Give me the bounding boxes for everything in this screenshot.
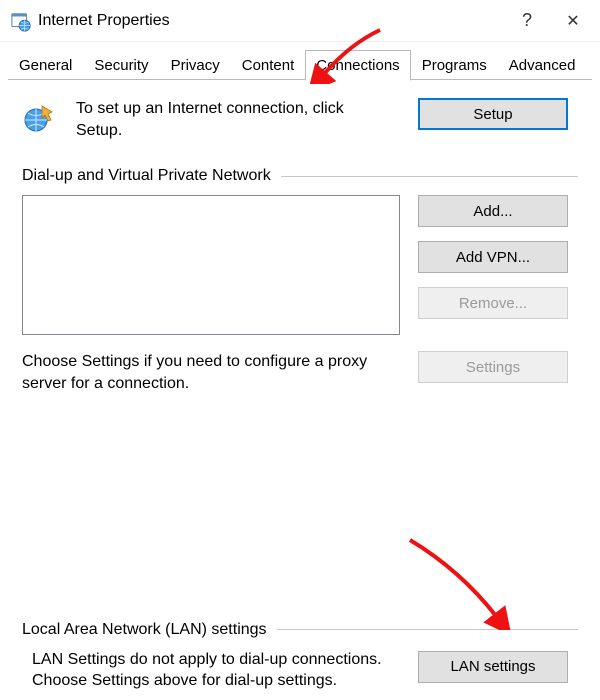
separator	[281, 176, 578, 177]
tab-security[interactable]: Security	[83, 50, 159, 80]
add-vpn-button[interactable]: Add VPN...	[418, 241, 568, 273]
lan-settings-button[interactable]: LAN settings	[418, 651, 568, 683]
close-button[interactable]: ✕	[550, 3, 596, 39]
tab-connections[interactable]: Connections	[305, 50, 410, 81]
help-button[interactable]: ?	[504, 3, 550, 39]
annotation-arrow-lan	[400, 530, 520, 630]
dialup-row: Add... Add VPN... Remove...	[22, 195, 578, 335]
tab-strip: General Security Privacy Content Connect…	[0, 42, 600, 80]
separator	[277, 629, 578, 630]
tab-programs[interactable]: Programs	[411, 50, 498, 80]
dialup-section-label: Dial-up and Virtual Private Network	[22, 167, 271, 185]
lan-text: LAN Settings do not apply to dial-up con…	[22, 649, 400, 692]
tab-content[interactable]: Content	[231, 50, 306, 80]
titlebar: Internet Properties ? ✕	[0, 0, 600, 42]
dialup-section-header: Dial-up and Virtual Private Network	[22, 167, 578, 185]
proxy-row: Choose Settings if you need to configure…	[22, 351, 578, 394]
tab-advanced[interactable]: Advanced	[498, 50, 587, 80]
remove-button: Remove...	[418, 287, 568, 319]
window-title: Internet Properties	[38, 12, 170, 30]
setup-row: To set up an Internet connection, click …	[22, 98, 578, 141]
proxy-text: Choose Settings if you need to configure…	[22, 351, 400, 394]
internet-options-icon	[10, 11, 30, 31]
setup-text: To set up an Internet connection, click …	[76, 98, 404, 141]
settings-button: Settings	[418, 351, 568, 383]
dialup-connections-list[interactable]	[22, 195, 400, 335]
lan-section-header: Local Area Network (LAN) settings	[22, 621, 578, 639]
setup-button[interactable]: Setup	[418, 98, 568, 130]
lan-section-label: Local Area Network (LAN) settings	[22, 621, 267, 639]
tab-privacy[interactable]: Privacy	[160, 50, 231, 80]
add-button[interactable]: Add...	[418, 195, 568, 227]
internet-properties-window: Internet Properties ? ✕ General Security…	[0, 0, 600, 700]
tab-general[interactable]: General	[8, 50, 83, 80]
lan-section: Local Area Network (LAN) settings LAN Se…	[22, 621, 578, 692]
connections-panel: To set up an Internet connection, click …	[0, 80, 600, 700]
network-globe-icon	[22, 100, 62, 134]
